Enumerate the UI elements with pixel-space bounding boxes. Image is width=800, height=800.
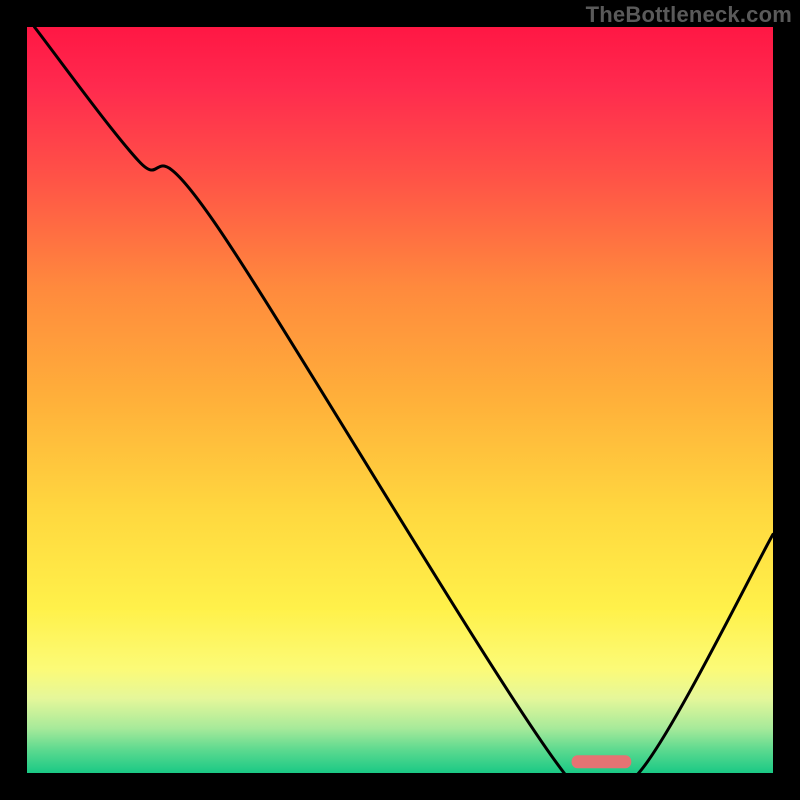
chart-background bbox=[27, 27, 773, 773]
bottleneck-chart bbox=[0, 0, 800, 800]
chart-container: TheBottleneck.com bbox=[0, 0, 800, 800]
watermark-text: TheBottleneck.com bbox=[586, 2, 792, 28]
optimal-marker bbox=[572, 755, 632, 768]
